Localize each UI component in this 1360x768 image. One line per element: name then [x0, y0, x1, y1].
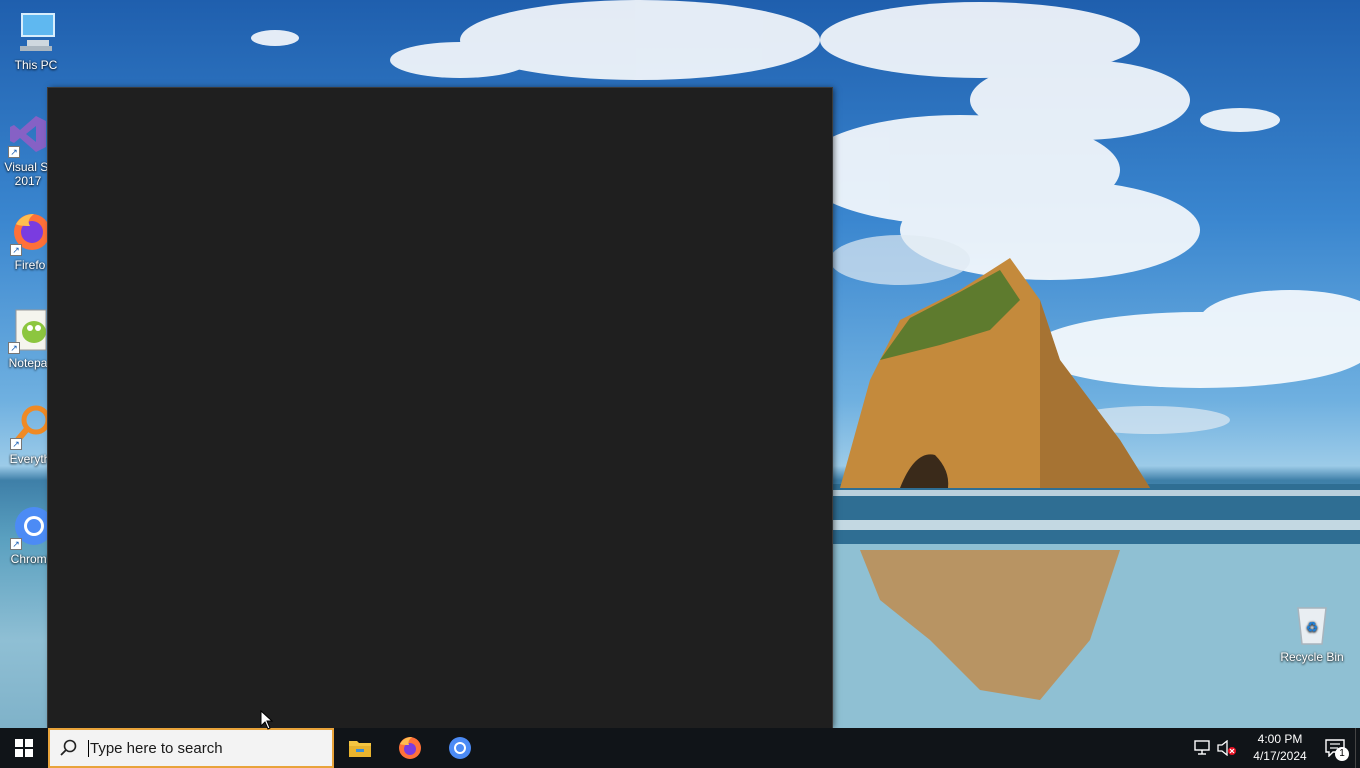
firefox-icon: ↗ [8, 210, 52, 256]
chromium-icon: ↗ [8, 504, 53, 550]
notification-count-badge: 1 [1335, 747, 1349, 761]
recycle-bin-icon: ♻ [1290, 602, 1334, 646]
clock-time: 4:00 PM [1257, 732, 1303, 746]
chromium-icon [448, 737, 471, 759]
action-center-button[interactable]: 1 [1315, 728, 1355, 768]
desktop-icon-label: Recycle Bin [1280, 650, 1344, 664]
visual-studio-icon: ↗ [6, 112, 50, 158]
computer-icon [14, 10, 58, 54]
start-button[interactable] [0, 728, 48, 768]
taskbar-file-explorer[interactable] [335, 728, 384, 768]
clock-date: 4/17/2024 [1253, 749, 1307, 763]
shortcut-arrow-icon: ↗ [10, 438, 22, 450]
volume-muted-icon[interactable] [1215, 728, 1239, 768]
file-explorer-icon [348, 741, 371, 757]
shortcut-arrow-icon: ↗ [10, 538, 22, 550]
desktop-icon-this-pc[interactable]: This PC [0, 10, 72, 72]
show-desktop-button[interactable] [1355, 728, 1360, 768]
taskbar-search-box[interactable]: Type here to search [48, 728, 334, 768]
desktop-icon-recycle-bin[interactable]: ♻ Recycle Bin [1276, 602, 1348, 664]
system-tray: 4:00 PM 4/17/2024 1 [1191, 728, 1360, 768]
taskbar: Type here to search 4:00 PM 4/17/2024 1 [0, 728, 1360, 768]
firefox-icon [398, 737, 421, 759]
notepad-plus-plus-icon: ↗ [6, 308, 50, 354]
desktop-icon-label: This PC [14, 58, 58, 72]
app-window-blank[interactable] [48, 88, 832, 728]
windows-logo-icon [15, 739, 33, 757]
shortcut-arrow-icon: ↗ [10, 244, 22, 256]
shortcut-arrow-icon: ↗ [8, 146, 20, 158]
everything-search-icon: ↗ [8, 404, 52, 450]
taskbar-clock[interactable]: 4:00 PM 4/17/2024 [1245, 731, 1315, 765]
svg-text:♻: ♻ [1306, 620, 1319, 636]
search-placeholder: Type here to search [88, 739, 223, 757]
mouse-cursor-icon [260, 710, 274, 730]
taskbar-chromium[interactable] [435, 728, 484, 768]
shortcut-arrow-icon: ↗ [8, 342, 20, 354]
search-icon [60, 739, 77, 756]
network-icon[interactable] [1191, 728, 1215, 768]
taskbar-firefox[interactable] [385, 728, 434, 768]
